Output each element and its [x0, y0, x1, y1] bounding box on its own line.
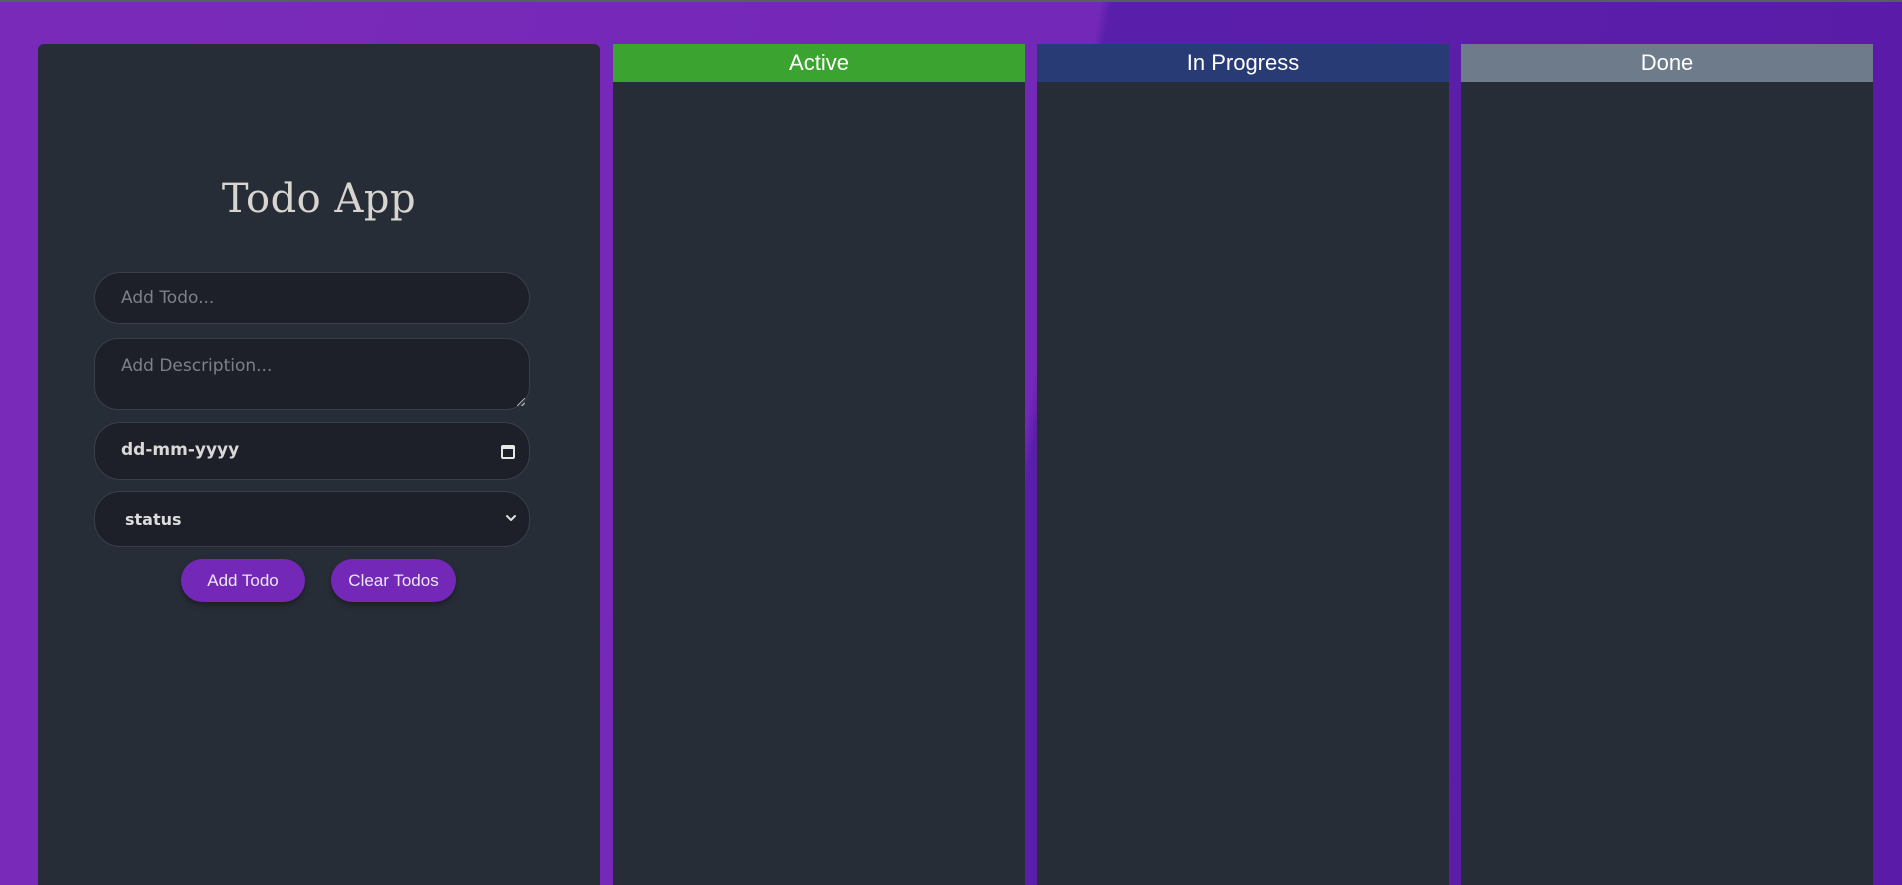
top-border — [0, 0, 1902, 2]
todo-form-panel: Todo App Add Todo... Add Description... … — [38, 44, 600, 885]
add-todo-input[interactable]: Add Todo... — [94, 272, 530, 324]
chevron-down-icon — [506, 515, 516, 521]
date-input[interactable]: dd-mm-yyyy — [94, 422, 530, 480]
calendar-icon[interactable] — [501, 445, 515, 459]
column-active-header: Active — [613, 44, 1025, 82]
date-input-value: dd-mm-yyyy — [121, 440, 240, 460]
status-select[interactable]: status — [94, 491, 530, 547]
column-done-header: Done — [1461, 44, 1873, 82]
column-in-progress: In Progress — [1037, 44, 1449, 885]
app-title: Todo App — [221, 176, 417, 222]
column-in-progress-header: In Progress — [1037, 44, 1449, 82]
resize-grip-icon[interactable] — [517, 398, 525, 406]
add-description-textarea[interactable]: Add Description... — [94, 338, 530, 410]
add-todo-placeholder: Add Todo... — [121, 288, 215, 308]
status-select-value: status — [125, 510, 182, 529]
clear-todos-button[interactable]: Clear Todos — [331, 559, 456, 602]
add-description-placeholder: Add Description... — [121, 356, 273, 376]
column-done: Done — [1461, 44, 1873, 885]
column-active: Active — [613, 44, 1025, 885]
add-todo-button[interactable]: Add Todo — [181, 559, 305, 602]
